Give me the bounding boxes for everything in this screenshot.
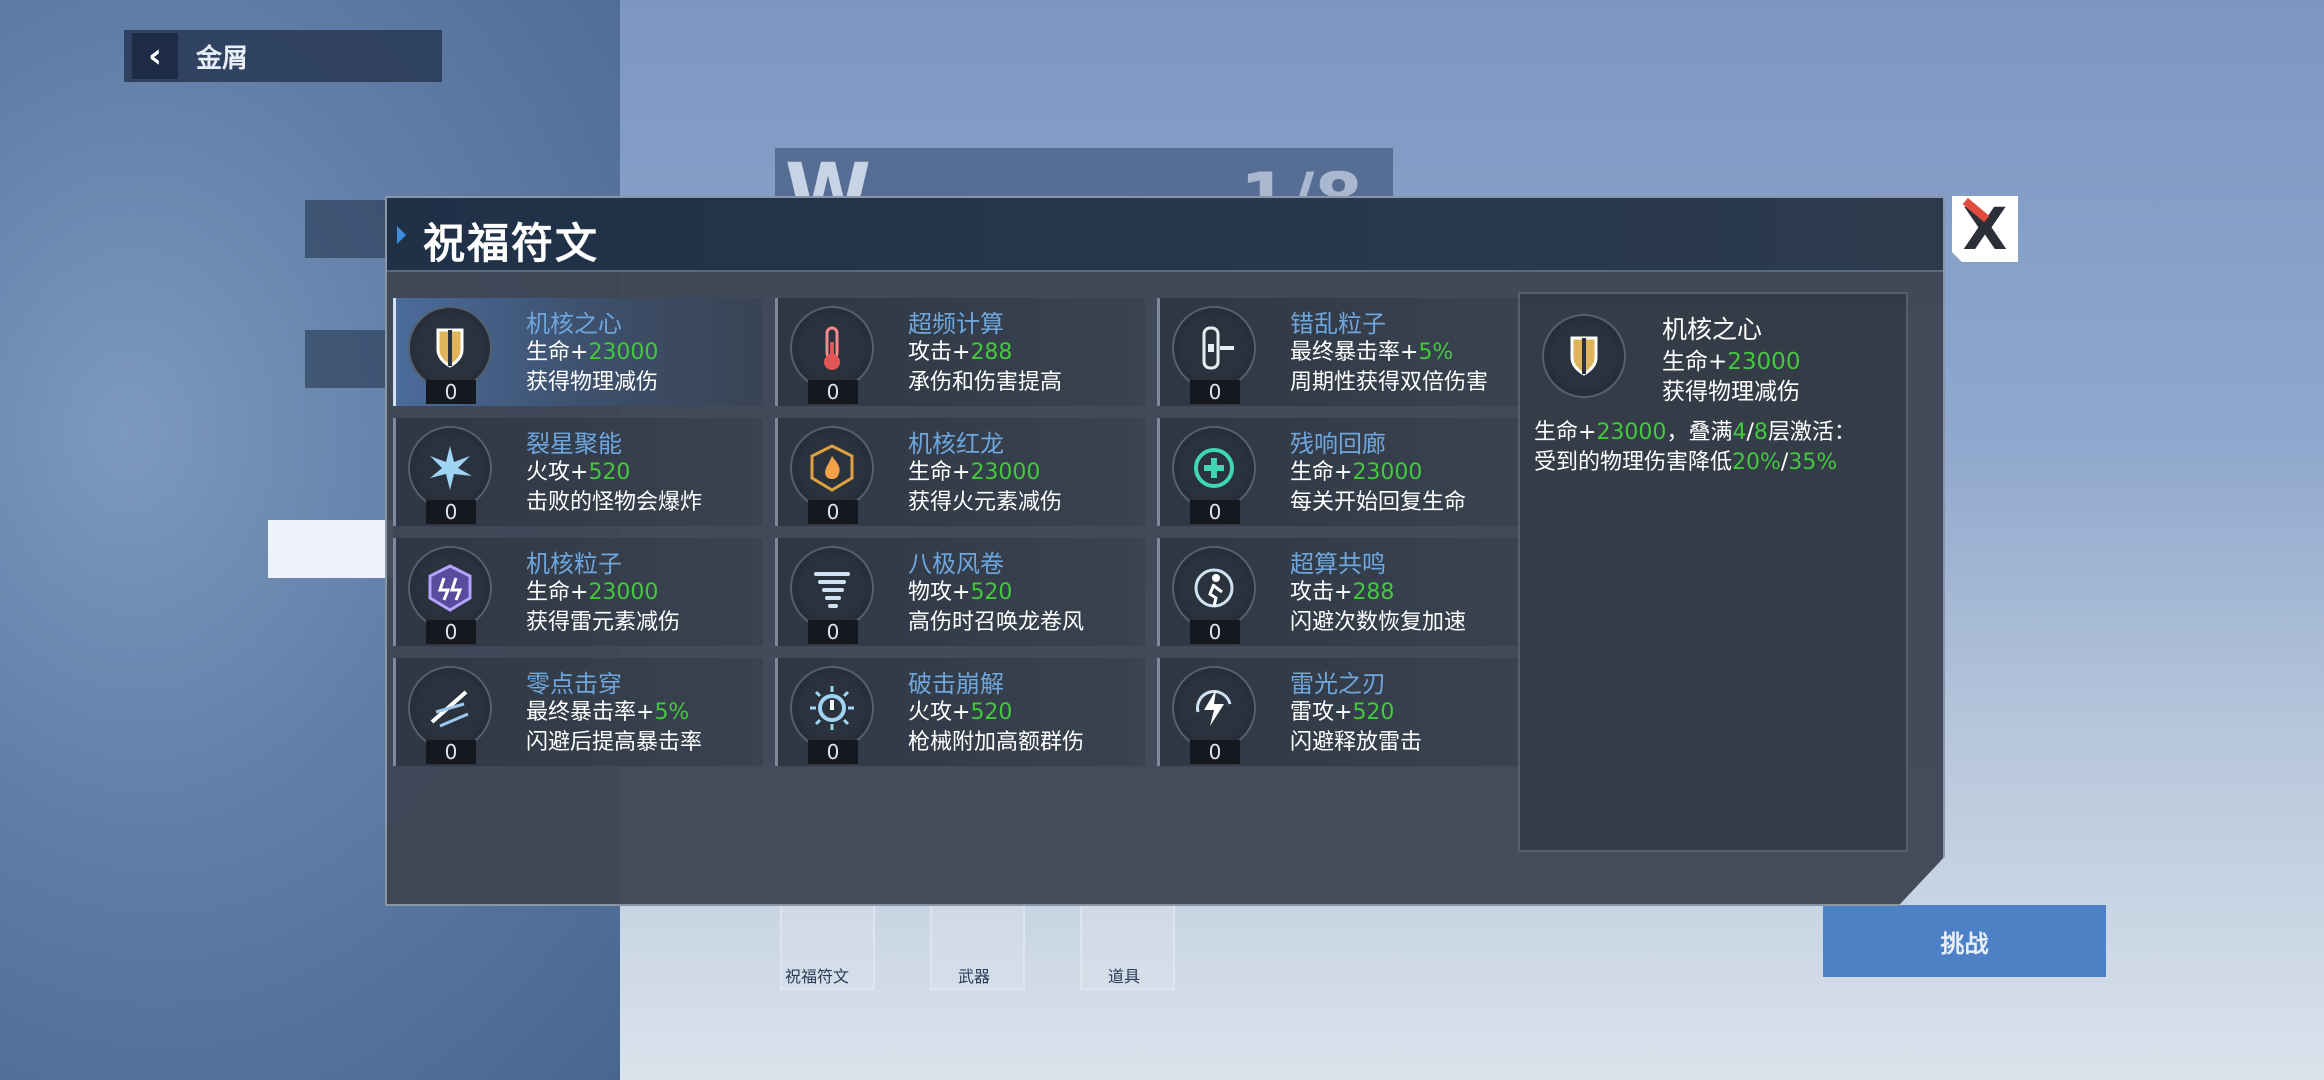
rune-card[interactable]: 0 八极风卷 物攻+520 高伤时召唤龙卷风 — [775, 538, 1145, 646]
rune-desc: 闪避释放雷击 — [1290, 730, 1423, 755]
tornado-icon — [790, 546, 874, 630]
rune-count: 0 — [1190, 620, 1240, 644]
modal-header: 祝福符文 — [387, 198, 1943, 272]
detail-effect-text: 生命+23000，叠满4/8层激活： 受到的物理伤害降低20%/35% — [1534, 418, 1904, 478]
detail-effect-line-1: 生命+23000，叠满4/8层激活： — [1534, 420, 1856, 445]
detail-stat: 生命+23000 — [1662, 349, 1801, 375]
dash-figure-icon — [1172, 546, 1256, 630]
sidebar-item — [305, 330, 385, 388]
rune-desc: 承伤和伤害提高 — [908, 370, 1063, 395]
rune-count: 0 — [426, 500, 476, 524]
burst-star-icon — [408, 426, 492, 510]
rune-stat: 攻击+288 — [1290, 580, 1395, 605]
core-heart-icon — [1542, 314, 1626, 398]
rune-stat: 火攻+520 — [908, 700, 1013, 725]
rune-desc: 高伤时召唤龙卷风 — [908, 610, 1085, 635]
thermometer-icon — [790, 306, 874, 390]
rune-stat: 雷攻+520 — [1290, 700, 1395, 725]
rune-stat: 物攻+520 — [908, 580, 1013, 605]
rune-desc: 获得雷元素减伤 — [526, 610, 681, 635]
modal-title: 祝福符文 — [423, 219, 600, 268]
back-button[interactable]: ‹ 金屑 — [124, 30, 442, 82]
rune-desc: 每关开始回复生命 — [1290, 490, 1467, 515]
rune-count: 0 — [426, 380, 476, 404]
challenge-button[interactable]: 挑战 — [1823, 905, 2106, 977]
capsule-icon — [1172, 306, 1256, 390]
rune-stat: 生命+23000 — [1290, 460, 1423, 485]
rune-card[interactable]: 0 零点击穿 最终暴击率+5% 闪避后提高暴击率 — [393, 658, 763, 766]
rune-count: 0 — [1190, 740, 1240, 764]
rune-detail-panel: 机核之心 生命+23000 获得物理减伤 生命+23000，叠满4/8层激活： … — [1518, 292, 1908, 852]
challenge-label: 挑战 — [1940, 929, 1989, 958]
rune-count: 0 — [808, 740, 858, 764]
rune-desc: 闪避后提高暴击率 — [526, 730, 703, 755]
rune-desc: 获得物理减伤 — [526, 370, 659, 395]
rune-stat: 生命+23000 — [908, 460, 1041, 485]
rune-stat: 最终暴击率+5% — [526, 700, 690, 725]
detail-effect-line-2: 受到的物理伤害降低20%/35% — [1534, 450, 1838, 475]
detail-desc: 获得物理减伤 — [1662, 379, 1800, 405]
rune-count: 0 — [808, 620, 858, 644]
rune-card[interactable]: 0 错乱粒子 最终暴击率+5% 周期性获得双倍伤害 — [1157, 298, 1527, 406]
rune-card[interactable]: 0 机核粒子 生命+23000 获得雷元素减伤 — [393, 538, 763, 646]
heal-ring-icon — [1172, 426, 1256, 510]
rune-card[interactable]: 0 雷光之刃 雷攻+520 闪避释放雷击 — [1157, 658, 1527, 766]
sidebar-selected-item — [268, 520, 393, 578]
lightning-blade-icon — [1172, 666, 1256, 750]
rune-count: 0 — [426, 620, 476, 644]
rune-count: 0 — [808, 500, 858, 524]
core-heart-icon — [408, 306, 492, 390]
pierce-icon — [408, 666, 492, 750]
header-marker-icon — [397, 226, 406, 244]
rune-stat: 最终暴击率+5% — [1290, 340, 1454, 365]
detail-header: 机核之心 生命+23000 获得物理减伤 — [1520, 294, 1906, 406]
rune-stat: 生命+23000 — [526, 580, 659, 605]
back-arrow-icon: ‹ — [132, 33, 178, 79]
rune-desc: 枪械附加高额群伤 — [908, 730, 1085, 755]
rune-count: 0 — [1190, 380, 1240, 404]
rune-count: 0 — [426, 740, 476, 764]
lightning-shield-icon — [408, 546, 492, 630]
sidebar-item — [305, 200, 385, 258]
rune-desc: 击败的怪物会爆炸 — [526, 490, 703, 515]
flame-shield-icon — [790, 426, 874, 510]
rune-card[interactable]: 0 破击崩解 火攻+520 枪械附加高额群伤 — [775, 658, 1145, 766]
detail-name: 机核之心 — [1662, 315, 1763, 344]
gear-burst-icon — [790, 666, 874, 750]
bottom-tab-label: 祝福符文 — [785, 967, 850, 986]
rune-card[interactable]: 0 裂星聚能 火攻+520 击败的怪物会爆炸 — [393, 418, 763, 526]
rune-card[interactable]: 0 超频计算 攻击+288 承伤和伤害提高 — [775, 298, 1145, 406]
bottom-tab-label: 武器 — [958, 967, 991, 986]
rune-card[interactable]: 0 残响回廊 生命+23000 每关开始回复生命 — [1157, 418, 1527, 526]
rune-desc: 闪避次数恢复加速 — [1290, 610, 1467, 635]
rune-desc: 周期性获得双倍伤害 — [1290, 370, 1489, 395]
rune-card[interactable]: 0 机核之心 生命+23000 获得物理减伤 — [393, 298, 763, 406]
rune-stat: 攻击+288 — [908, 340, 1013, 365]
rune-card[interactable]: 0 超算共鸣 攻击+288 闪避次数恢复加速 — [1157, 538, 1527, 646]
rune-desc: 获得火元素减伤 — [908, 490, 1063, 515]
rune-stat: 生命+23000 — [526, 340, 659, 365]
close-button[interactable]: X — [1952, 196, 2018, 262]
back-label: 金屑 — [196, 43, 249, 74]
rune-count: 0 — [1190, 500, 1240, 524]
bottom-tab-label: 道具 — [1108, 967, 1141, 986]
rune-count: 0 — [808, 380, 858, 404]
rune-stat: 火攻+520 — [526, 460, 631, 485]
rune-card[interactable]: 0 机核红龙 生命+23000 获得火元素减伤 — [775, 418, 1145, 526]
